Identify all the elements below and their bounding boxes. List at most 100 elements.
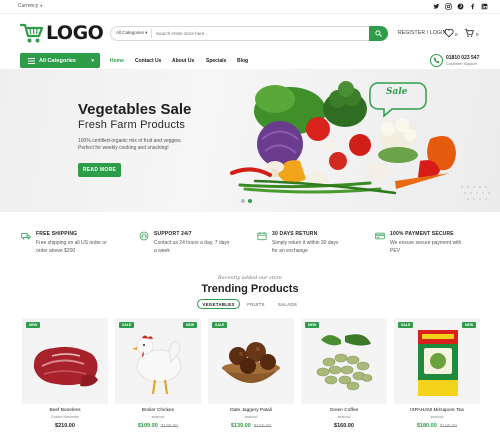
search-button[interactable] [369,26,388,41]
jaggery-image [222,342,280,383]
hero-description-line-2: Perfect for weekly cooking and snacking! [78,145,169,151]
product-price-current: $160.00 [334,423,354,429]
product-badge: SALE [212,322,228,328]
product-badge: NEW [462,322,477,328]
beef-image [33,346,98,387]
nav-contact-us[interactable]: Contact Us [135,58,161,64]
product-category: seafood [151,415,165,419]
product-card-image[interactable] [22,318,108,404]
product-name[interactable]: Beef Boneless [22,408,108,413]
chevron-down-icon: ▾ [40,3,43,8]
feature-text: Contact us 24 hours a day, 7 days [154,240,230,246]
support-label: Customer Support [446,62,477,66]
menu-icon [28,57,35,64]
facebook-icon[interactable] [469,3,476,10]
chevron-down-icon: ▾ [145,30,148,35]
search-category-select[interactable]: All Categories ▾ [116,30,148,36]
product-card-image[interactable] [394,318,480,404]
feature-text: order above $200 [36,248,76,254]
product-price-old: $150.00 [253,424,272,429]
search-input[interactable] [156,28,356,39]
hero-subtitle: Fresh Farm Products [78,119,186,131]
tab-fruits[interactable]: FRUITS [244,299,268,309]
card-icon [375,232,385,240]
feature-title: 30 DAYS RETURN [272,231,318,237]
nav-about-us[interactable]: About Us [172,58,194,64]
product-price-current: $210.00 [55,423,75,429]
support-icon [139,231,149,241]
product-card-image[interactable] [301,318,387,404]
top-bar [0,0,500,14]
feature-text: a week [154,248,170,254]
instagram-icon[interactable] [445,3,452,10]
cart-count: 0 [476,32,479,37]
support-phone[interactable]: 01810 023 547 [446,55,479,61]
logo[interactable]: LOGO [20,22,104,44]
green-coffee-image [316,334,373,391]
product-price: $210.00 [22,423,108,429]
slider-dot-1[interactable] [241,199,245,203]
logo-text: LOGO [46,22,104,44]
product-name[interactable]: Date Jaggery Patali [208,408,294,413]
sale-bubble-text: Sale [386,87,408,97]
feature-text: Free shipping on all US order or [36,240,107,246]
section-kicker: Recently added our store [217,275,282,281]
tab-vegetables[interactable]: VEGETABLES [197,299,240,309]
section-title: Trending Products [201,283,299,295]
product-badge: NEW [305,322,320,328]
cart-logo-icon [20,23,44,43]
search-divider [151,29,152,38]
nav-specials[interactable]: Specials [206,58,226,64]
nav-blog[interactable]: Blog [237,58,248,64]
linkedin-icon[interactable] [481,3,488,10]
hero-description-line-1: 100% certified-organic mix of fruit and … [78,138,182,144]
product-category: seafood [337,415,351,419]
feature-text: We ensure secure payment with [390,240,462,246]
all-categories-button[interactable]: All Categories ▾ [20,53,100,68]
product-price-old: $109.00 [160,424,179,429]
feature-text: Simply return it within 30 days [272,240,339,246]
currency-dropdown[interactable]: Currency ▾ [18,3,42,9]
product-price-old: $190.00 [439,424,458,429]
product-card-image[interactable] [115,318,201,404]
vegetables-image [230,81,490,200]
product-name[interactable]: ISPAHANI Mirzapore Tea [394,408,480,413]
currency-label: Currency [18,3,39,9]
feature-title: FREE SHIPPING [36,231,78,237]
product-badge: NEW [183,322,198,328]
product-badge: SALE [398,322,414,328]
twitter-icon[interactable] [433,3,440,10]
feature-text: for an exchange [272,248,308,254]
nav-home[interactable]: Home [110,58,124,64]
slider-dot-2[interactable] [248,199,252,203]
product-name[interactable]: Broiler Chicken [115,408,201,413]
product-badge: SALE [119,322,135,328]
product-price-current: $109.00 [137,423,158,429]
product-name[interactable]: Green Coffee [301,408,387,413]
pinterest-icon[interactable] [457,3,464,10]
chicken-image [132,335,182,395]
chevron-down-icon: ▾ [91,57,94,64]
login-link[interactable]: REGISTER / LOGIN [398,30,447,36]
product-price-current: $180.00 [416,423,437,429]
truck-icon [21,233,31,240]
cart-icon[interactable] [464,28,474,38]
product-category: Golden Harvester [50,415,80,419]
hero-title: Vegetables Sale [78,101,192,118]
product-card-image[interactable] [208,318,294,404]
wishlist-count: 0 [455,32,458,37]
product-badge: NEW [26,322,41,328]
search-icon [375,30,382,37]
product-price: $109.00 $109.00 [115,423,201,429]
search-category-label: All Categories [116,30,145,35]
all-categories-label: All Categories [39,57,76,64]
read-more-button[interactable]: READ MORE [78,163,121,177]
product-price-current: $139.00 [230,423,251,429]
product-category: seafood [430,415,444,419]
feature-title: 100% PAYMENT SECURE [390,231,454,237]
product-price: $139.00 $150.00 [208,423,294,429]
feature-title: SUPPORT 24/7 [154,231,192,237]
product-price: $160.00 [301,423,387,429]
heart-icon[interactable] [444,28,454,38]
tab-salads[interactable]: SALADS [274,299,301,309]
